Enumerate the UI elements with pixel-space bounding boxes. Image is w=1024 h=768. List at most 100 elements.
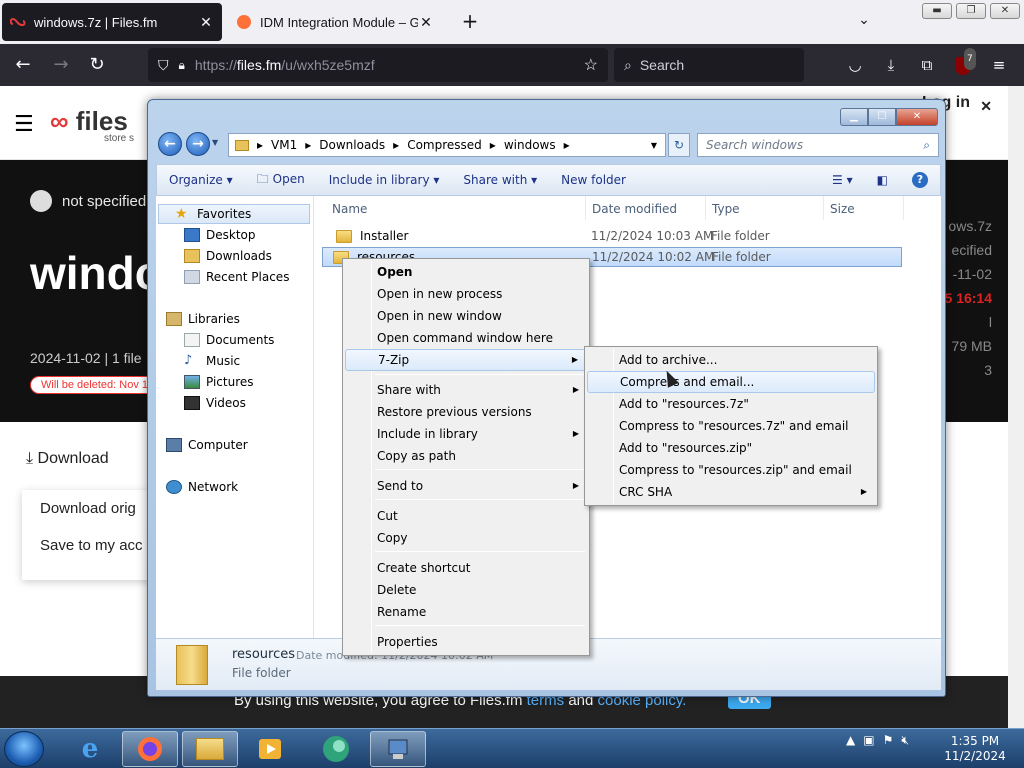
organize-button[interactable]: Organize ▾ [157,173,245,187]
download-button[interactable]: ⤓ Download [26,450,109,468]
menu-item-add-to-7z[interactable]: Add to "resources.7z" [587,393,875,415]
minimize-button[interactable]: ▬ [922,3,952,19]
close-tab-icon[interactable]: ✕ [418,14,434,31]
installer-taskbar-icon[interactable] [370,731,426,767]
hamburger-icon[interactable]: ☰ [14,112,34,137]
menu-item-crc-sha[interactable]: CRC SHA ▶ [587,481,875,503]
search-bar[interactable]: ⌕ Search [614,48,804,82]
explorer-taskbar-icon[interactable] [182,731,238,767]
nav-music[interactable]: ♪ Music [184,351,240,371]
close-button[interactable]: ✕ [896,108,938,126]
action-center-flag-icon[interactable]: ⚑ [883,733,894,748]
list-all-tabs-chevron-icon[interactable]: ⌄ [852,12,876,32]
view-options-icon[interactable]: ☰ ▾ [820,173,865,187]
maximize-button[interactable]: ☐ [868,108,896,126]
ublock-icon[interactable]: 7 [952,48,976,76]
menu-item-open-new-process[interactable]: Open in new process [345,283,587,305]
breadcrumb-vm1[interactable]: VM1 [271,138,297,152]
nav-computer[interactable]: Computer [166,435,248,455]
menu-item-open-new-window[interactable]: Open in new window [345,305,587,327]
breadcrumb-downloads[interactable]: Downloads [319,138,385,152]
menu-item-7zip[interactable]: 7-Zip ▶ [345,349,587,371]
search-input[interactable]: Search windows ⌕ [697,133,939,157]
close-tab-icon[interactable]: ✕ [198,14,214,31]
nav-videos[interactable]: Videos [184,393,246,413]
menu-item-restore-versions[interactable]: Restore previous versions [345,401,587,423]
volume-muted-icon[interactable]: 🔇︎ [901,733,909,748]
forward-button[interactable]: → [186,132,210,156]
nav-favorites[interactable]: ★ Favorites [158,204,310,224]
nav-desktop[interactable]: Desktop [184,225,256,245]
column-type-header[interactable]: Type [706,196,824,220]
reload-icon[interactable]: ↻ [86,54,108,76]
close-button[interactable]: ✕ [990,3,1020,19]
menu-item-rename[interactable]: Rename [345,601,587,623]
breadcrumb-windows[interactable]: windows [504,138,556,152]
nav-pictures[interactable]: Pictures [184,372,254,392]
app-taskbar-icon[interactable] [308,731,364,767]
include-in-library-button[interactable]: Include in library ▾ [317,173,452,187]
back-arrow-icon[interactable]: ← [12,54,34,76]
new-folder-button[interactable]: New folder [549,173,638,187]
forward-arrow-icon[interactable]: → [50,54,72,76]
menu-item-delete[interactable]: Delete [345,579,587,601]
lock-icon[interactable]: 🔒︎ [179,58,185,73]
menu-item-cut[interactable]: Cut [345,505,587,527]
column-name-header[interactable]: Name [326,196,586,220]
nav-documents[interactable]: Documents [184,330,274,350]
menu-item-create-shortcut[interactable]: Create shortcut [345,557,587,579]
back-button[interactable]: ← [158,132,182,156]
menu-item-properties[interactable]: Properties [345,631,587,653]
menu-hamburger-icon[interactable]: ≡ [988,54,1010,76]
show-hidden-icons-icon[interactable]: ▲ [846,733,855,748]
downloads-icon[interactable]: ⤓ [880,54,902,76]
recent-pages-chevron-icon[interactable]: ▼ [212,138,218,147]
internet-explorer-icon[interactable]: e [62,731,118,767]
menu-item-compress-and-email[interactable]: Compress and email... [587,371,875,393]
share-with-button[interactable]: Share with ▾ [451,173,549,187]
refresh-icon[interactable]: ↻ [668,133,690,157]
menu-item-compress-7z-email[interactable]: Compress to "resources.7z" and email [587,415,875,437]
firefox-taskbar-icon[interactable] [122,731,178,767]
open-button[interactable]: 🗀︎ Open [245,170,317,191]
menu-item-send-to[interactable]: Send to ▶ [345,475,587,497]
tab-idm[interactable]: IDM Integration Module – Get this ✕ [228,3,442,41]
new-tab-plus-icon[interactable]: + [458,10,482,34]
bookmark-star-icon[interactable]: ☆ [584,55,598,75]
nav-downloads[interactable]: Downloads [184,246,272,266]
menu-item-copy[interactable]: Copy [345,527,587,549]
nav-network[interactable]: Network [166,477,238,497]
network-tray-icon[interactable]: ▣ [863,733,874,748]
menu-item-open-command-window[interactable]: Open command window here [345,327,587,349]
close-icon[interactable]: ✕ [944,98,1008,115]
menu-item-share-with[interactable]: Share with ▶ [345,379,587,401]
address-dropdown-icon[interactable]: ▼ [651,141,657,150]
breadcrumb[interactable]: ▸ VM1 ▸ Downloads ▸ Compressed ▸ windows ▸ ▼ [228,133,666,157]
system-clock[interactable]: 1:35 PM 11/2/2024 [940,734,1010,764]
shield-icon[interactable]: ⛉ [158,57,169,74]
url-bar[interactable]: ⛉ 🔒︎ https://files.fm/u/wxh5ze5mzf ☆ [148,48,608,82]
download-original-item[interactable]: Download orig [22,490,162,527]
menu-item-copy-as-path[interactable]: Copy as path [345,445,587,467]
menu-item-add-to-zip[interactable]: Add to "resources.zip" [587,437,875,459]
minimize-button[interactable]: ▁ [840,108,868,126]
menu-item-compress-zip-email[interactable]: Compress to "resources.zip" and email [587,459,875,481]
help-icon[interactable]: ? [900,172,940,188]
site-logo[interactable]: ∞ files store s [50,106,134,144]
column-date-header[interactable]: Date modified [586,196,706,220]
nav-recent-places[interactable]: Recent Places [184,267,289,287]
start-button[interactable] [4,731,44,767]
menu-item-add-to-archive[interactable]: Add to archive... [587,349,875,371]
breadcrumb-separator[interactable]: ▸ [257,138,263,152]
restore-button[interactable]: ❐ [956,3,986,19]
file-row-installer[interactable]: Installer 11/2/2024 10:03 AM File folder [326,226,902,246]
media-player-icon[interactable] [242,731,298,767]
extensions-icon[interactable]: ⧉ [916,54,938,76]
nav-libraries[interactable]: Libraries [166,309,240,329]
breadcrumb-compressed[interactable]: Compressed [407,138,482,152]
pocket-icon[interactable]: ◡ [844,54,866,76]
preview-pane-icon[interactable]: ◧ [865,173,900,187]
column-size-header[interactable]: Size [824,196,904,220]
page-scrollbar[interactable] [1008,86,1024,728]
menu-item-include-library[interactable]: Include in library ▶ [345,423,587,445]
